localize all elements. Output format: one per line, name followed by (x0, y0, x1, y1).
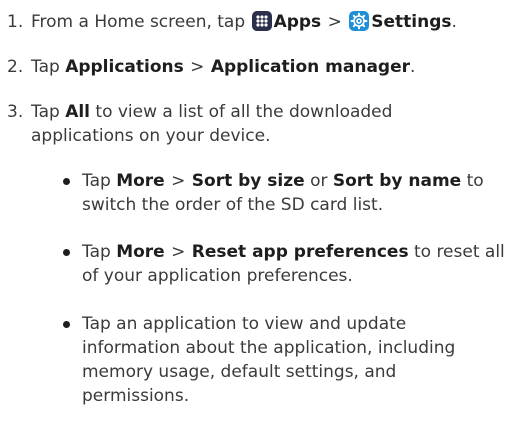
step-number: 2. (7, 57, 24, 77)
separator: > (327, 12, 342, 32)
sort-by-name-label: Sort by name (332, 171, 462, 191)
settings-gear-icon (349, 11, 370, 31)
separator: > (190, 57, 205, 77)
step-text: Tap Applications > Application manager. (31, 55, 511, 79)
step-number: 1. (7, 12, 24, 32)
step-3-intro: Tap (31, 102, 60, 122)
bullet-dot (63, 321, 70, 328)
step-text: Tap All to view a list of all the downlo… (31, 100, 471, 148)
or-text: or (310, 171, 328, 191)
step-1-intro: From a Home screen, tap (31, 12, 246, 32)
more-label: More (116, 242, 165, 262)
step-text: From a Home screen, tap Apps > Settings. (31, 10, 511, 34)
bullet-intro: Tap (82, 242, 111, 262)
apps-label: Apps (273, 12, 322, 32)
bullet-intro: Tap (82, 171, 111, 191)
period: . (410, 57, 416, 77)
all-label: All (65, 102, 90, 122)
apps-grid-icon (251, 11, 272, 31)
separator: > (171, 171, 186, 191)
bullet-text: Tap More > Sort by size or Sort by name … (82, 169, 512, 217)
bullet-text: Tap More > Reset app preferences to rese… (82, 240, 512, 288)
applications-label: Applications (65, 57, 184, 77)
bullet-app-info-text: Tap an application to view and update in… (82, 314, 456, 406)
settings-label: Settings (371, 12, 452, 32)
reset-app-preferences-label: Reset app preferences (191, 242, 409, 262)
step-number: 3. (7, 102, 24, 122)
bullet-text: Tap an application to view and update in… (82, 312, 482, 408)
bullet-dot (63, 249, 70, 256)
more-label: More (116, 171, 165, 191)
application-manager-label: Application manager (210, 57, 411, 77)
bullet-dot (63, 178, 70, 185)
sort-by-size-label: Sort by size (191, 171, 305, 191)
separator: > (171, 242, 186, 262)
period: . (451, 12, 457, 32)
step-2-intro: Tap (31, 57, 60, 77)
